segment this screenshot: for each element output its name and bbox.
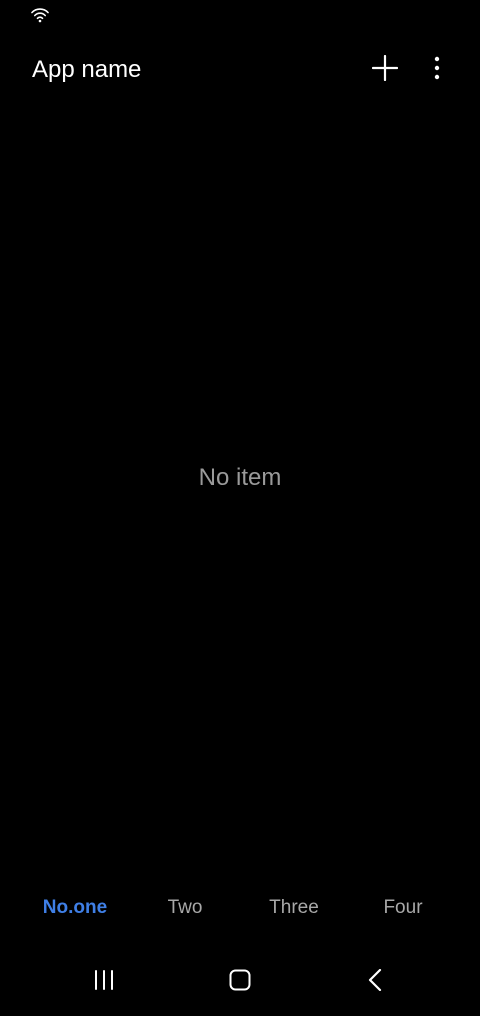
tab-three[interactable]: Three xyxy=(239,886,349,930)
add-icon xyxy=(371,54,399,86)
app-title: App name xyxy=(32,56,142,83)
system-navigation-bar xyxy=(0,954,480,1010)
recents-icon xyxy=(93,969,115,995)
recents-button[interactable] xyxy=(82,962,126,1002)
back-icon xyxy=(368,968,382,996)
bottom-tab-bar: No.one Two Three Four xyxy=(0,886,480,930)
home-icon xyxy=(229,969,251,996)
home-button[interactable] xyxy=(218,962,262,1002)
status-bar xyxy=(0,0,480,30)
more-vert-icon xyxy=(434,56,440,85)
tab-four[interactable]: Four xyxy=(348,886,458,930)
empty-state-message: No item xyxy=(198,464,282,491)
more-options-button[interactable] xyxy=(417,50,457,90)
app-bar: App name xyxy=(0,40,480,100)
add-button[interactable] xyxy=(365,50,405,90)
tab-no-one[interactable]: No.one xyxy=(20,886,130,930)
tab-two[interactable]: Two xyxy=(130,886,240,930)
wifi-icon xyxy=(31,7,49,23)
back-button[interactable] xyxy=(353,962,397,1002)
